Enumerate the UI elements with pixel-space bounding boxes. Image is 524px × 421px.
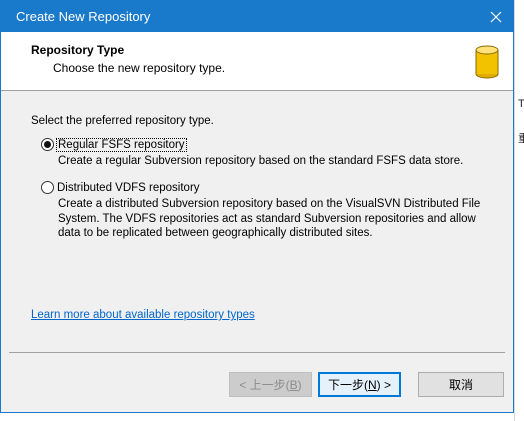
window-title: Create New Repository bbox=[16, 9, 151, 24]
back-button[interactable]: < 上一步(B) bbox=[229, 372, 312, 397]
prompt-text: Select the preferred repository type. bbox=[31, 115, 214, 127]
next-button-accesskey: N bbox=[367, 377, 377, 392]
page-subtitle: Choose the new repository type. bbox=[53, 61, 226, 75]
option-label[interactable]: Distributed VDFS repository bbox=[57, 182, 200, 194]
radio-distributed-vdfs[interactable] bbox=[41, 181, 54, 194]
next-button[interactable]: 下一步(N) > bbox=[318, 372, 401, 397]
database-icon bbox=[475, 45, 499, 79]
wizard-header: Repository Type Choose the new repositor… bbox=[1, 32, 513, 91]
title-bar[interactable]: Create New Repository bbox=[1, 1, 513, 32]
create-repository-dialog: Create New Repository Repository Type Ch… bbox=[0, 0, 514, 413]
option-description: Create a regular Subversion repository b… bbox=[58, 155, 464, 167]
learn-more-link[interactable]: Learn more about available repository ty… bbox=[31, 309, 255, 321]
wizard-content: Select the preferred repository type. Re… bbox=[1, 91, 513, 341]
background-app-right: T 重 bbox=[514, 0, 524, 421]
cancel-button-label: 取消 bbox=[448, 378, 473, 392]
option-label[interactable]: Regular FSFS repository bbox=[56, 137, 187, 152]
background-text: 重 bbox=[518, 133, 524, 145]
option-distributed-vdfs[interactable]: Distributed VDFS repository bbox=[41, 181, 200, 194]
next-button-label-end: ) > bbox=[376, 377, 391, 392]
footer-divider bbox=[9, 352, 505, 353]
cancel-button[interactable]: 取消 bbox=[418, 372, 504, 397]
radio-regular-fsfs[interactable] bbox=[41, 138, 54, 151]
option-regular-fsfs[interactable]: Regular FSFS repository bbox=[41, 137, 187, 152]
close-button[interactable] bbox=[479, 1, 513, 32]
back-button-label: < 上一步( bbox=[239, 378, 290, 392]
back-button-accesskey: B bbox=[289, 377, 298, 392]
option-description: Create a distributed Subversion reposito… bbox=[58, 198, 481, 239]
background-text: T bbox=[518, 98, 524, 110]
next-button-label: 下一步( bbox=[327, 378, 368, 392]
close-icon bbox=[490, 11, 502, 22]
page-title: Repository Type bbox=[31, 43, 125, 57]
back-button-label-end: ) bbox=[297, 377, 302, 392]
